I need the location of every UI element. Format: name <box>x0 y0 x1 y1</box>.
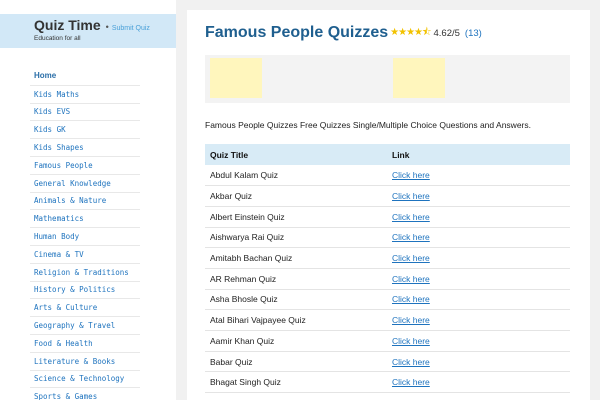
sidebar-item-food-health[interactable]: Food & Health <box>30 333 140 352</box>
sidebar-item-sports-games[interactable]: Sports & Games <box>30 387 140 400</box>
click-here-link[interactable]: Click here <box>392 315 430 325</box>
sidebar-item-literature-books[interactable]: Literature & Books <box>30 351 140 370</box>
table-row: AR Rehman Quiz Click here <box>205 268 570 290</box>
table-row: Akbar Quiz Click here <box>205 185 570 207</box>
table-row: Aishwarya Rai Quiz Click here <box>205 227 570 249</box>
title-row: Famous People Quizzes ★★★★⯪ 4.62/5 (13) <box>205 24 482 42</box>
sidebar-item-kids-maths[interactable]: Kids Maths <box>30 84 140 103</box>
quiz-link-cell: Click here <box>387 371 570 394</box>
rating-count: (13) <box>464 27 482 39</box>
main-content: Famous People Quizzes ★★★★⯪ 4.62/5 (13) … <box>187 10 590 400</box>
quiz-title-cell: AR Rehman Quiz <box>205 268 387 290</box>
quiz-link-cell: Click here <box>387 247 570 269</box>
quiz-title-cell: Aamir Khan Quiz <box>205 330 387 352</box>
click-here-link[interactable]: Click here <box>392 294 430 304</box>
quiz-link-cell: Click here <box>387 268 570 290</box>
sidebar-item-famous-people[interactable]: Famous People <box>30 155 140 174</box>
sidebar-item-kids-gk[interactable]: Kids GK <box>30 120 140 138</box>
site-title[interactable]: Quiz Time <box>34 17 101 33</box>
column-header-quiz-title: Quiz Title <box>205 144 387 165</box>
column-header-link: Link <box>387 144 570 165</box>
click-here-link[interactable]: Click here <box>392 191 430 201</box>
click-here-link[interactable]: Click here <box>392 253 430 263</box>
site-tagline: Education for all <box>34 35 81 42</box>
table-row: Atal Bihari Vajpayee Quiz Click here <box>205 309 570 331</box>
rating-stars-icon[interactable]: ★★★★⯪ <box>390 25 431 42</box>
sidebar-item-human-body[interactable]: Human Body <box>30 227 140 245</box>
quiz-title-cell: Albert Einstein Quiz <box>205 206 387 228</box>
sidebar-item-mathematics[interactable]: Mathematics <box>30 209 140 227</box>
quiz-link-cell: Click here <box>387 351 570 373</box>
sidebar-item-kids-shapes[interactable]: Kids Shapes <box>30 138 140 156</box>
submit-quiz-link[interactable]: Submit Quiz <box>112 25 150 32</box>
quiz-link-cell: Click here <box>387 185 570 207</box>
sidebar-item-geography-travel[interactable]: Geography & Travel <box>30 316 140 334</box>
sidebar-item-cinema-tv[interactable]: Cinema & TV <box>30 244 140 263</box>
table-row: Aamir Khan Quiz Click here <box>205 330 570 352</box>
sidebar-item-science-technology[interactable]: Science & Technology <box>30 369 140 388</box>
sidebar-item-arts-culture[interactable]: Arts & Culture <box>30 298 140 316</box>
quiz-link-cell: Click here <box>387 227 570 249</box>
quiz-title-cell: Babar Quiz <box>205 351 387 373</box>
ad-strip <box>205 55 570 103</box>
sidebar-item-kids-evs[interactable]: Kids EVS <box>30 102 140 121</box>
page-title: Famous People Quizzes <box>205 24 389 41</box>
quiz-title-cell: Amitabh Bachan Quiz <box>205 247 387 269</box>
click-here-link[interactable]: Click here <box>392 357 430 367</box>
quiz-link-cell: Click here <box>387 206 570 228</box>
table-row: Asha Bhosle Quiz Click here <box>205 289 570 311</box>
quiz-title-cell: Abdul Kalam Quiz <box>205 165 387 187</box>
site-header: Quiz Time • Submit Quiz Education for al… <box>0 14 176 48</box>
sidebar-item-general-knowledge[interactable]: General Knowledge <box>30 173 140 192</box>
quiz-title-cell: Bhagat Singh Quiz <box>205 371 387 394</box>
page-intro: Famous People Quizzes Free Quizzes Singl… <box>205 120 531 130</box>
quiz-title-cell: Akbar Quiz <box>205 185 387 207</box>
sidebar-item-religion-traditions[interactable]: Religion & Traditions <box>30 262 140 281</box>
table-row: Bhagat Singh Quiz Click here <box>205 371 570 394</box>
table-row: Albert Einstein Quiz Click here <box>205 206 570 228</box>
click-here-link[interactable]: Click here <box>392 377 430 387</box>
table-row: Abdul Kalam Quiz Click here <box>205 165 570 187</box>
table-row: Babar Quiz Click here <box>205 351 570 373</box>
table-row: Amitabh Bachan Quiz Click here <box>205 247 570 269</box>
sidebar-item-animals-nature[interactable]: Animals & Nature <box>30 191 140 210</box>
quiz-link-cell: Click here <box>387 309 570 331</box>
ad-placeholder[interactable] <box>210 58 262 98</box>
quiz-link-cell: Click here <box>387 165 570 187</box>
quiz-link-cell: Click here <box>387 330 570 352</box>
click-here-link[interactable]: Click here <box>392 212 430 222</box>
rating-value: 4.62/5 <box>433 27 460 39</box>
separator-dot: • <box>105 22 109 32</box>
sidebar-item-history-politics[interactable]: History & Politics <box>30 280 140 299</box>
sidebar-item-home[interactable]: Home <box>30 67 140 85</box>
quiz-link-cell: Click here <box>387 289 570 311</box>
sidebar: Quiz Time • Submit Quiz Education for al… <box>0 0 176 400</box>
quiz-title-cell: Atal Bihari Vajpayee Quiz <box>205 309 387 331</box>
table-header-row: Quiz Title Link <box>205 144 570 165</box>
quiz-title-cell: Aishwarya Rai Quiz <box>205 227 387 249</box>
quiz-table: Quiz Title Link Abdul Kalam Quiz Click he… <box>205 144 570 394</box>
ad-placeholder[interactable] <box>393 58 445 98</box>
quiz-title-cell: Asha Bhosle Quiz <box>205 289 387 311</box>
click-here-link[interactable]: Click here <box>392 232 430 242</box>
click-here-link[interactable]: Click here <box>392 274 430 284</box>
category-nav: Home Kids Maths Kids EVS Kids GK Kids Shapes… <box>30 67 140 400</box>
click-here-link[interactable]: Click here <box>392 336 430 346</box>
click-here-link[interactable]: Click here <box>392 170 430 180</box>
